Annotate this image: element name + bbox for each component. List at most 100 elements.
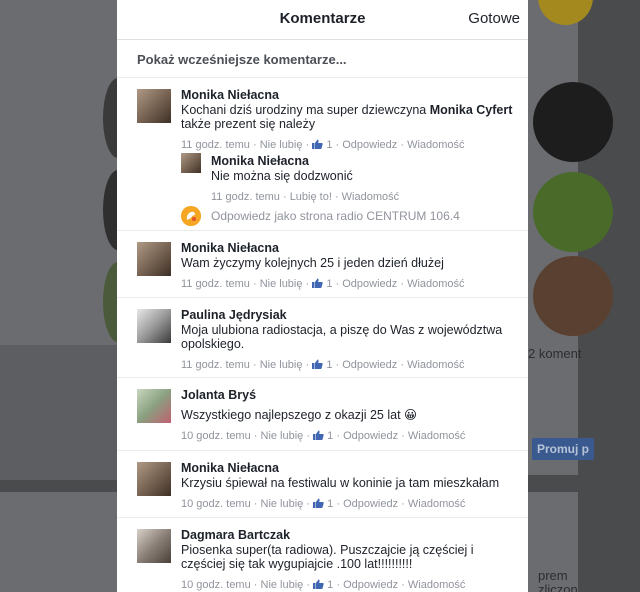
avatar[interactable] <box>137 242 171 276</box>
like-count[interactable]: 1 <box>326 139 332 151</box>
comment-meta: 10 godz. temu · Nie lubię · 1 · Odpowied… <box>181 579 466 591</box>
reply-text: Nie można się dodzwonić <box>211 169 353 183</box>
comment-text-part: Wszystkiego najlepszego z okazji 25 lat <box>181 408 405 422</box>
comment-time[interactable]: 11 godz. temu <box>181 278 250 290</box>
background-avatar <box>533 256 613 336</box>
like-count[interactable]: 1 <box>326 359 332 371</box>
modal-header: Komentarze Gotowe <box>117 0 528 40</box>
reply-body: Monika Niełacna Nie można się dodzwonić … <box>211 153 518 204</box>
reply-as-page[interactable]: Odpowiedz jako strona radio CENTRUM 106.… <box>181 206 518 226</box>
comment-meta: 11 godz. temu · Nie lubię · 1 · Odpowied… <box>181 278 465 290</box>
background-card <box>0 492 117 592</box>
avatar[interactable] <box>137 389 171 423</box>
thumbs-up-icon <box>312 359 323 369</box>
comment-author[interactable]: Dagmara Bartczak <box>181 527 518 543</box>
reply-time[interactable]: 11 godz. temu <box>211 191 280 203</box>
avatar[interactable] <box>137 462 171 496</box>
comment-body: Monika Niełacna Wam życzymy kolejnych 25… <box>181 240 518 291</box>
thumbs-up-icon <box>313 498 324 508</box>
reply-meta: 11 godz. temu · Lubię to! · Wiadomość <box>211 191 400 203</box>
unlike-link[interactable]: Nie lubię <box>261 579 304 591</box>
grinning-emoji: 😀 <box>404 408 418 422</box>
comment: Monika Niełacna Kochani dziś urodziny ma… <box>117 78 528 231</box>
like-count[interactable]: 1 <box>327 430 333 442</box>
reply-author[interactable]: Monika Niełacna <box>211 153 518 169</box>
comment-text: Krzysiu śpiewał na festiwalu w koninie j… <box>181 476 500 490</box>
like-count[interactable]: 1 <box>327 498 333 510</box>
reply-link[interactable]: Odpowiedz <box>342 139 397 151</box>
comment-time[interactable]: 11 godz. temu <box>181 359 250 371</box>
message-link[interactable]: Wiadomość <box>407 139 464 151</box>
reply-link[interactable]: Odpowiedz <box>342 278 397 290</box>
comment-time[interactable]: 10 godz. temu <box>181 498 251 510</box>
comment-body: Jolanta Bryś Wszystkiego najlepszego z o… <box>181 387 518 443</box>
modal-title: Komentarze <box>279 10 366 27</box>
comment-text: Wszystkiego najlepszego z okazji 25 lat … <box>181 408 518 422</box>
comment-time[interactable]: 10 godz. temu <box>181 430 251 442</box>
message-link[interactable]: Wiadomość <box>408 430 465 442</box>
comment: Dagmara Bartczak Piosenka super(ta radio… <box>117 518 528 592</box>
like-link[interactable]: Lubię to! <box>290 191 332 203</box>
reply-as-page-input[interactable]: Odpowiedz jako strona radio CENTRUM 106.… <box>211 209 460 223</box>
promote-button[interactable]: Promuj p <box>532 438 595 460</box>
thumbs-up-icon <box>313 579 324 589</box>
comment-body: Monika Niełacna Kochani dziś urodziny ma… <box>181 87 518 152</box>
comment-author[interactable]: Monika Niełacna <box>181 87 518 103</box>
comment-text: Moja ulubiona radiostacja, a piszę do Wa… <box>181 323 503 351</box>
thumbs-up-icon <box>313 430 324 440</box>
message-link[interactable]: Wiadomość <box>408 579 465 591</box>
comment-time[interactable]: 11 godz. temu <box>181 139 250 151</box>
comment-text: Wam życzymy kolejnych 25 i jeden dzień d… <box>181 256 444 270</box>
comment-text-part: Kochani dziś urodziny ma super dziewczyn… <box>181 103 430 117</box>
comment-meta: 11 godz. temu · Nie lubię · 1 · Odpowied… <box>181 359 465 371</box>
comment-meta: 10 godz. temu · Nie lubię · 1 · Odpowied… <box>181 430 466 442</box>
comment: Jolanta Bryś Wszystkiego najlepszego z o… <box>117 378 528 451</box>
thumbs-up-icon <box>312 139 323 149</box>
comment-text-part: także prezent się należy <box>181 117 316 131</box>
avatar[interactable] <box>137 309 171 343</box>
comment-author[interactable]: Paulina Jędrysiak <box>181 307 518 323</box>
background-right: 2 koment Promuj p prem zliczon <box>528 0 640 592</box>
reply-link[interactable]: Odpowiedz <box>343 498 398 510</box>
avatar[interactable] <box>181 153 201 173</box>
like-count[interactable]: 1 <box>327 579 333 591</box>
avatar[interactable] <box>137 89 171 123</box>
comment-text: Piosenka super(ta radiowa). Puszczajcie … <box>181 543 474 571</box>
background-comment-count: 2 koment <box>528 346 582 361</box>
unlike-link[interactable]: Nie lubię <box>261 498 304 510</box>
reply-link[interactable]: Odpowiedz <box>343 579 398 591</box>
unlike-link[interactable]: Nie lubię <box>260 139 303 151</box>
avatar[interactable] <box>137 529 171 563</box>
background-card <box>0 345 117 480</box>
message-link[interactable]: Wiadomość <box>407 359 464 371</box>
comment-meta: 11 godz. temu · Nie lubię · 1 · Odpowied… <box>181 139 465 151</box>
comment-author[interactable]: Monika Niełacna <box>181 240 518 256</box>
message-link[interactable]: Wiadomość <box>407 278 464 290</box>
tagged-user[interactable]: Monika Cyfert <box>430 103 513 117</box>
comment-meta: 10 godz. temu · Nie lubię · 1 · Odpowied… <box>181 498 466 510</box>
radio-page-icon <box>181 206 201 226</box>
comment-text: Kochani dziś urodziny ma super dziewczyn… <box>181 103 518 131</box>
comment-author[interactable]: Jolanta Bryś <box>181 387 518 403</box>
show-earlier-comments-link[interactable]: Pokaż wcześniejsze komentarze... <box>117 40 528 78</box>
background-avatar <box>533 172 613 252</box>
background-avatar <box>533 82 613 162</box>
reply-link[interactable]: Odpowiedz <box>342 359 397 371</box>
done-button[interactable]: Gotowe <box>468 10 520 27</box>
unlike-link[interactable]: Nie lubię <box>260 359 303 371</box>
unlike-link[interactable]: Nie lubię <box>261 430 304 442</box>
reply-link[interactable]: Odpowiedz <box>343 430 398 442</box>
unlike-link[interactable]: Nie lubię <box>260 278 303 290</box>
comment-author[interactable]: Monika Niełacna <box>181 460 518 476</box>
comment-time[interactable]: 10 godz. temu <box>181 579 251 591</box>
message-link[interactable]: Wiadomość <box>408 498 465 510</box>
like-count[interactable]: 1 <box>326 278 332 290</box>
background-card <box>0 0 117 345</box>
comment-body: Dagmara Bartczak Piosenka super(ta radio… <box>181 527 518 592</box>
background-text: zliczon <box>538 582 578 592</box>
comment: Monika Niełacna Krzysiu śpiewał na festi… <box>117 451 528 518</box>
comments-modal: Komentarze Gotowe Pokaż wcześniejsze kom… <box>117 0 528 592</box>
message-link[interactable]: Wiadomość <box>342 191 399 203</box>
reply: Monika Niełacna Nie można się dodzwonić … <box>181 153 518 203</box>
comment-body: Paulina Jędrysiak Moja ulubiona radiosta… <box>181 307 518 372</box>
